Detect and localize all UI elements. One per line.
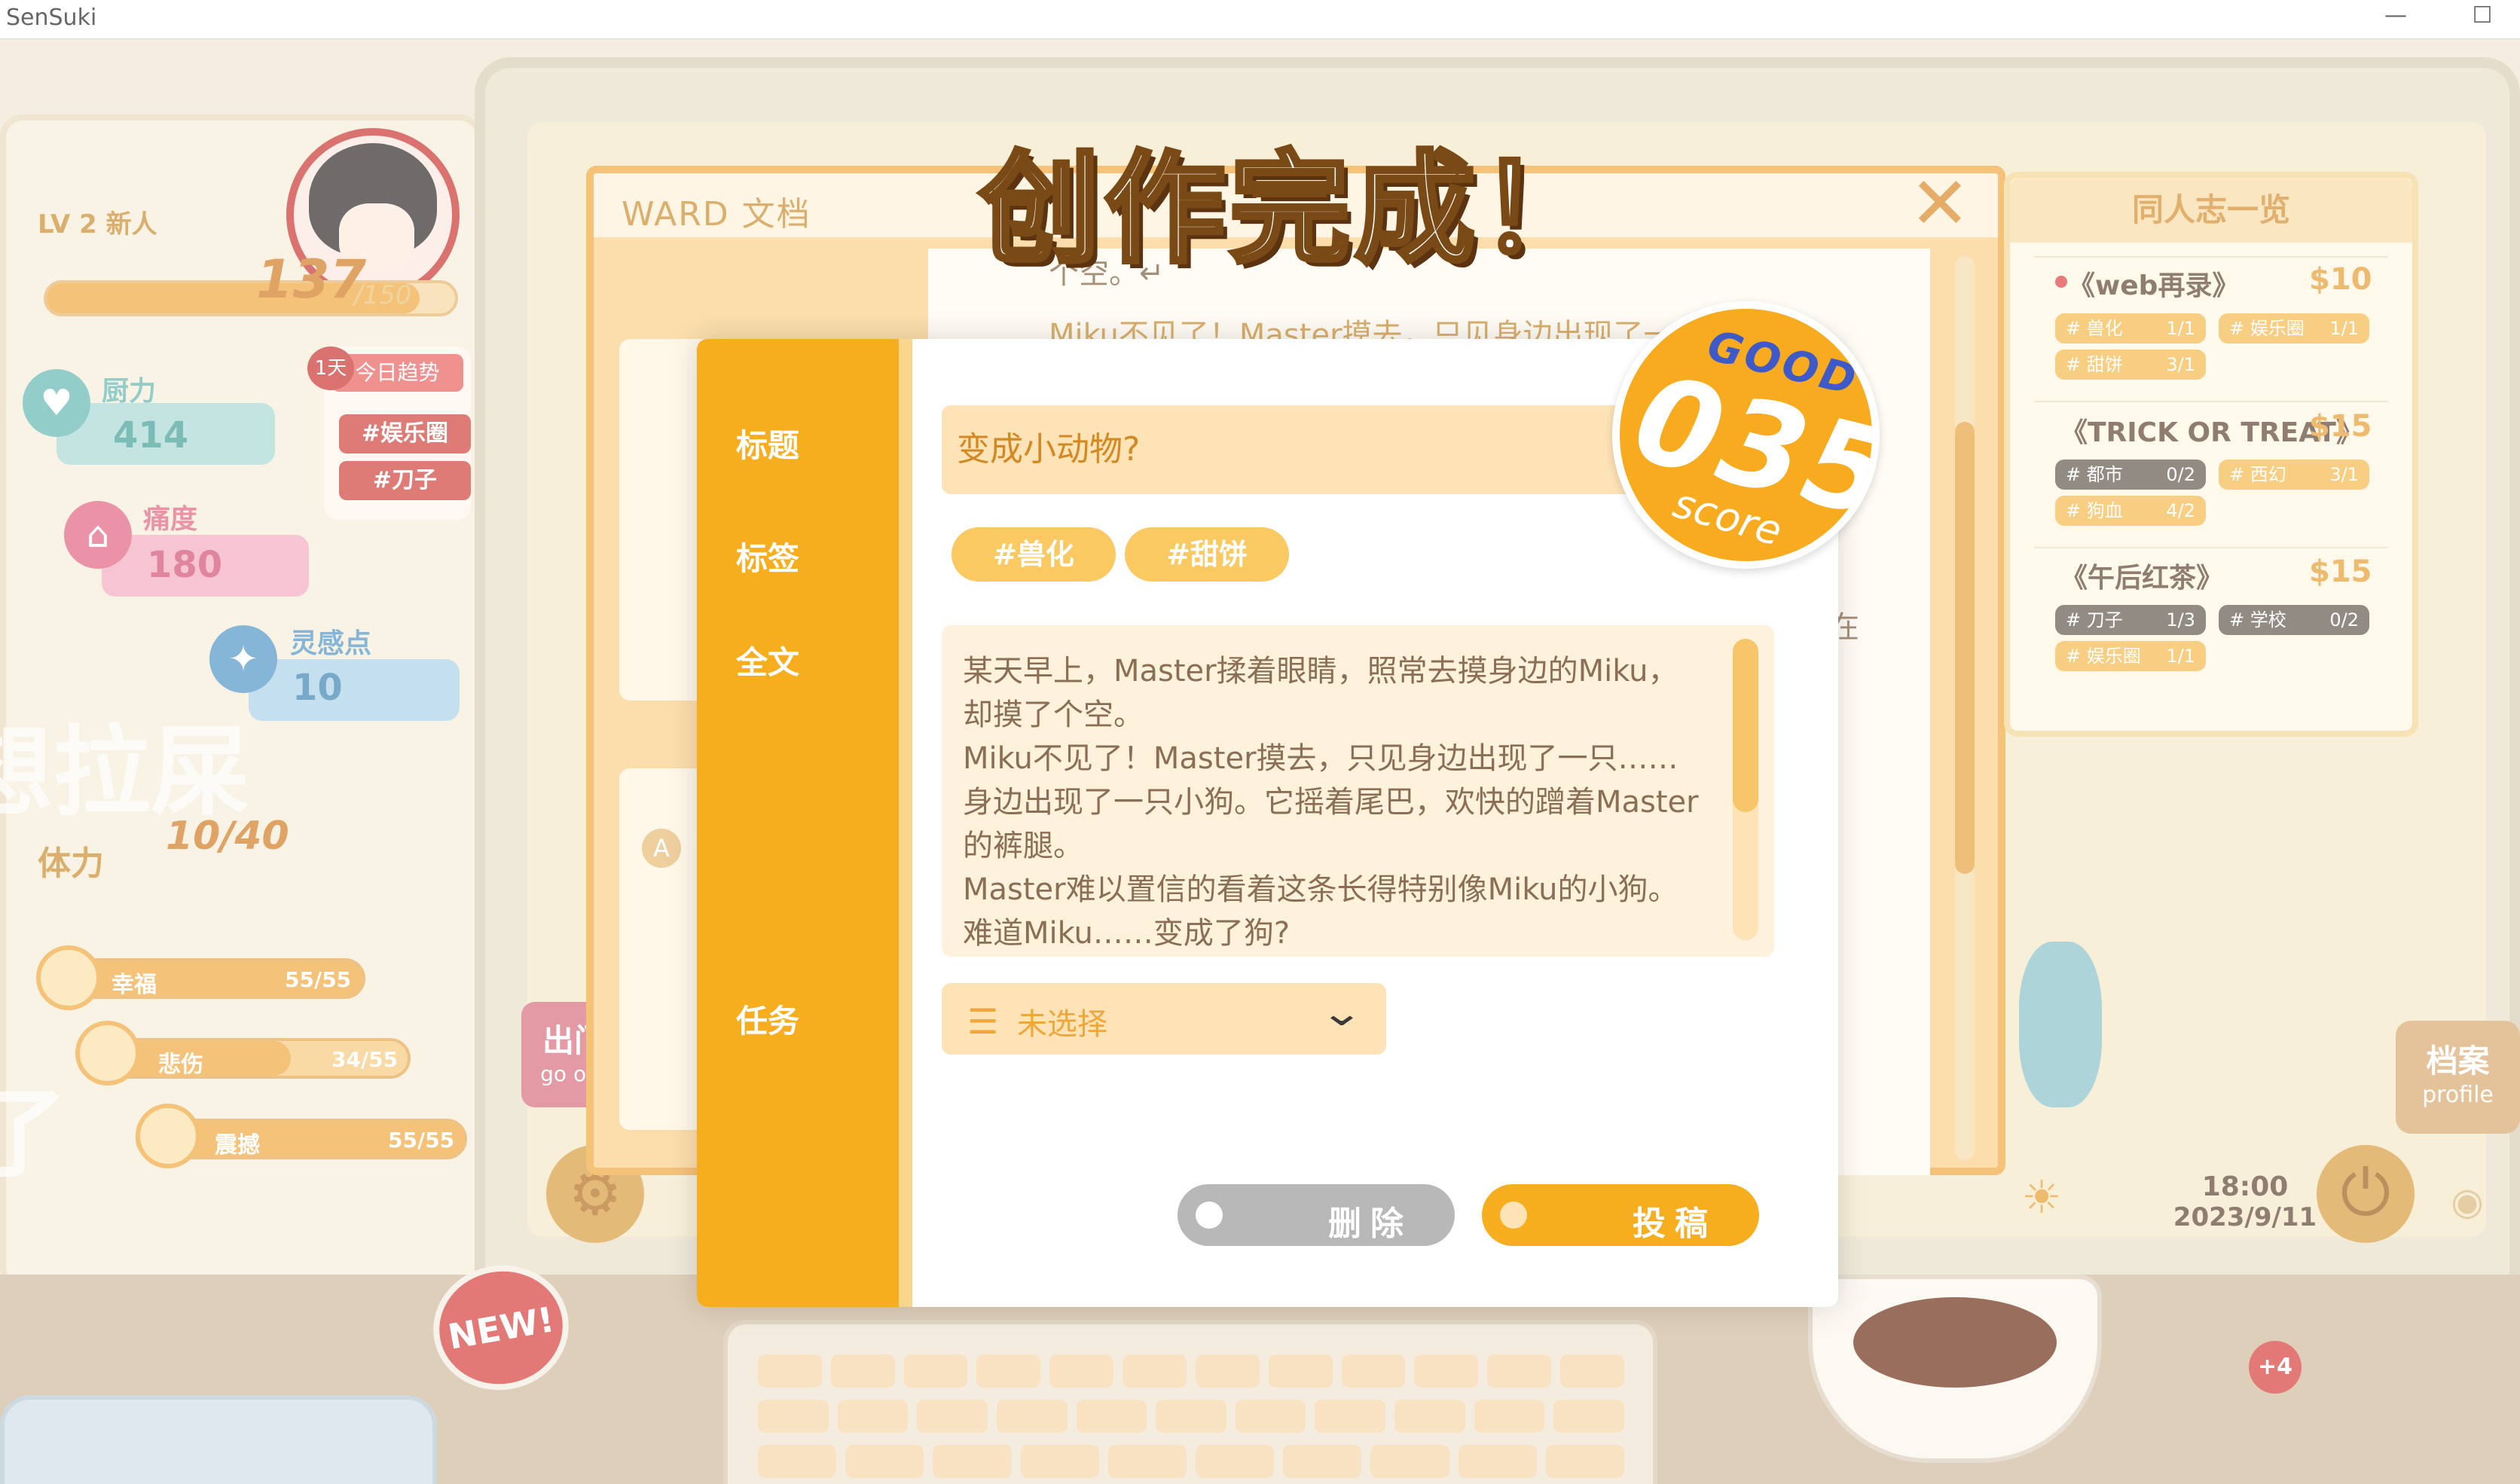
doujin-tag: # 学校 0/2 — [2219, 605, 2369, 635]
mousepad — [0, 1395, 437, 1484]
pain-value: 180 — [147, 544, 223, 586]
doujin-tag: # 狗血 4/2 — [2055, 496, 2206, 526]
list-icon: ☰ — [967, 1001, 999, 1042]
flower-icon — [36, 945, 101, 1010]
level-label: LV 2 新人 — [38, 209, 157, 240]
miku-character — [2019, 942, 2102, 1107]
toggle-knob — [1196, 1202, 1223, 1229]
profile-sublabel: profile — [2422, 1082, 2494, 1108]
coffee — [1853, 1297, 2057, 1388]
text-line: 难道Miku……变成了狗? — [963, 916, 1291, 951]
text-line: Miku不见了！Master摸去，只见身边出现了一只…… — [963, 741, 1678, 776]
profile-button[interactable]: 档案 profile — [2396, 1021, 2520, 1134]
dialog-sidebar-edge — [899, 339, 912, 1307]
submit-label: 投稿 — [1633, 1205, 1717, 1243]
power-icon[interactable]: ⏻ — [2317, 1145, 2415, 1243]
inspiration-label: 灵感点 — [290, 628, 372, 659]
inspiration-box — [249, 659, 460, 721]
stamina-value: 10/40 — [166, 814, 289, 859]
doujin-title[interactable]: 《web再录》 — [2068, 264, 2239, 303]
cooking-label: 厨力 — [102, 376, 157, 407]
profile-label: 档案 — [2426, 1043, 2490, 1079]
home-icon: ⌂ — [64, 501, 132, 569]
teardrop-icon — [75, 1021, 140, 1086]
doujin-tag: # 甜饼 3/1 — [2055, 350, 2206, 380]
trend-tag[interactable]: #刀子 — [339, 461, 471, 500]
fulltext-scrollbar[interactable] — [1733, 639, 1758, 940]
exp-max: /150 — [354, 280, 412, 310]
notification-badge[interactable]: +4 — [2249, 1341, 2302, 1394]
doujin-price: $15 — [2309, 554, 2372, 589]
close-icon[interactable]: ✕ — [1906, 167, 1974, 240]
completion-banner: 创作完成！ — [977, 136, 1605, 282]
divider — [2034, 256, 2388, 258]
mood-label: 震撼 — [215, 1132, 260, 1159]
clock-time: 18:00 — [2201, 1171, 2289, 1202]
thought-fragment: 了 — [0, 1076, 69, 1191]
task-label: 任务 — [736, 1003, 800, 1040]
mood-label: 幸福 — [111, 972, 157, 998]
eye-icon[interactable]: ◉ — [2441, 1183, 2494, 1220]
stamina-label: 体力 — [38, 844, 104, 883]
score-medal: GOOD 035 score — [1612, 301, 1880, 569]
text-line: 的裤腿。 — [963, 829, 1083, 863]
doujin-price: $15 — [2309, 409, 2372, 444]
heart-icon: ♥ — [23, 369, 90, 437]
delete-label: 删除 — [1328, 1205, 1413, 1243]
maximize-icon[interactable]: ☐ — [2467, 2, 2497, 32]
window-titlebar: SenSuki — ☐ — [0, 0, 2520, 39]
tags-label: 标签 — [736, 540, 800, 577]
task-select[interactable]: ☰ 未选择 ⌄ — [942, 983, 1386, 1055]
burst-icon — [136, 1104, 200, 1168]
dialog-sidebar — [697, 339, 899, 1307]
lightbulb-icon: ✦ — [209, 625, 277, 693]
doujin-tag: # 西幻 3/1 — [2219, 460, 2369, 490]
toggle-knob — [1500, 1202, 1527, 1229]
exp-current: 137 — [256, 249, 367, 310]
text-line: 却摸了个空。 — [963, 698, 1144, 732]
doujin-title[interactable]: 《午后红茶》 — [2060, 556, 2223, 595]
pain-label: 痛度 — [143, 504, 198, 535]
doujin-header: 同人志一览 — [2010, 178, 2412, 243]
delete-button[interactable]: 删除 — [1178, 1184, 1455, 1246]
submit-button[interactable]: 投稿 — [1482, 1184, 1759, 1246]
inspiration-value: 10 — [292, 667, 343, 709]
trend-tag[interactable]: #娱乐圈 — [339, 414, 471, 453]
scrollbar-thumb[interactable] — [1733, 639, 1758, 812]
doc-scrollbar[interactable] — [1955, 256, 1975, 1160]
text-line: 身边出现了一只小狗。它摇着尾巴，欢快的蹭着Master — [963, 785, 1699, 820]
sunset-icon: ☀ — [2021, 1171, 2062, 1224]
divider — [2034, 547, 2388, 548]
minimize-icon[interactable]: — — [2381, 2, 2411, 32]
title-label: 标题 — [736, 427, 800, 464]
cooking-value: 414 — [113, 414, 189, 456]
text-line: Master难以置信的看着这条长得特别像Miku的小狗。 — [963, 872, 1678, 907]
active-dot — [2055, 276, 2067, 288]
keyboard — [723, 1320, 1657, 1484]
task-value: 未选择 — [1017, 1007, 1107, 1042]
mood-label: 悲伤 — [158, 1052, 203, 1078]
side-letter: A — [642, 829, 681, 868]
mood-value: 55/55 — [388, 1128, 455, 1153]
doujin-tag: # 都市 0/2 — [2055, 460, 2206, 490]
tag-chip[interactable]: #兽化 — [951, 527, 1116, 582]
divider — [2034, 401, 2388, 402]
text-line: 某天早上，Master揉着眼睛，照常去摸身边的Miku， — [963, 654, 1678, 689]
fulltext-label: 全文 — [736, 644, 800, 681]
mood-value: 34/55 — [331, 1047, 399, 1072]
tag-chip[interactable]: #甜饼 — [1125, 527, 1289, 582]
doujin-tag: # 刀子 1/3 — [2055, 605, 2206, 635]
fulltext-area[interactable]: 某天早上，Master揉着眼睛，照常去摸身边的Miku， 却摸了个空。 Miku… — [942, 625, 1774, 957]
app-title: SenSuki — [6, 5, 97, 31]
doujin-tag: # 兽化 1/1 — [2055, 313, 2206, 344]
trend-days: 1天 — [307, 347, 354, 390]
doc-title: WARD 文档 — [622, 195, 811, 234]
chevron-down-icon: ⌄ — [1319, 991, 1364, 1034]
title-field[interactable]: 变成小动物? — [942, 405, 1680, 494]
doujin-tag: # 娱乐圈 1/1 — [2219, 313, 2369, 344]
mood-value: 55/55 — [285, 967, 352, 992]
doujin-price: $10 — [2309, 262, 2372, 297]
doujin-tag: # 娱乐圈 1/1 — [2055, 641, 2206, 671]
